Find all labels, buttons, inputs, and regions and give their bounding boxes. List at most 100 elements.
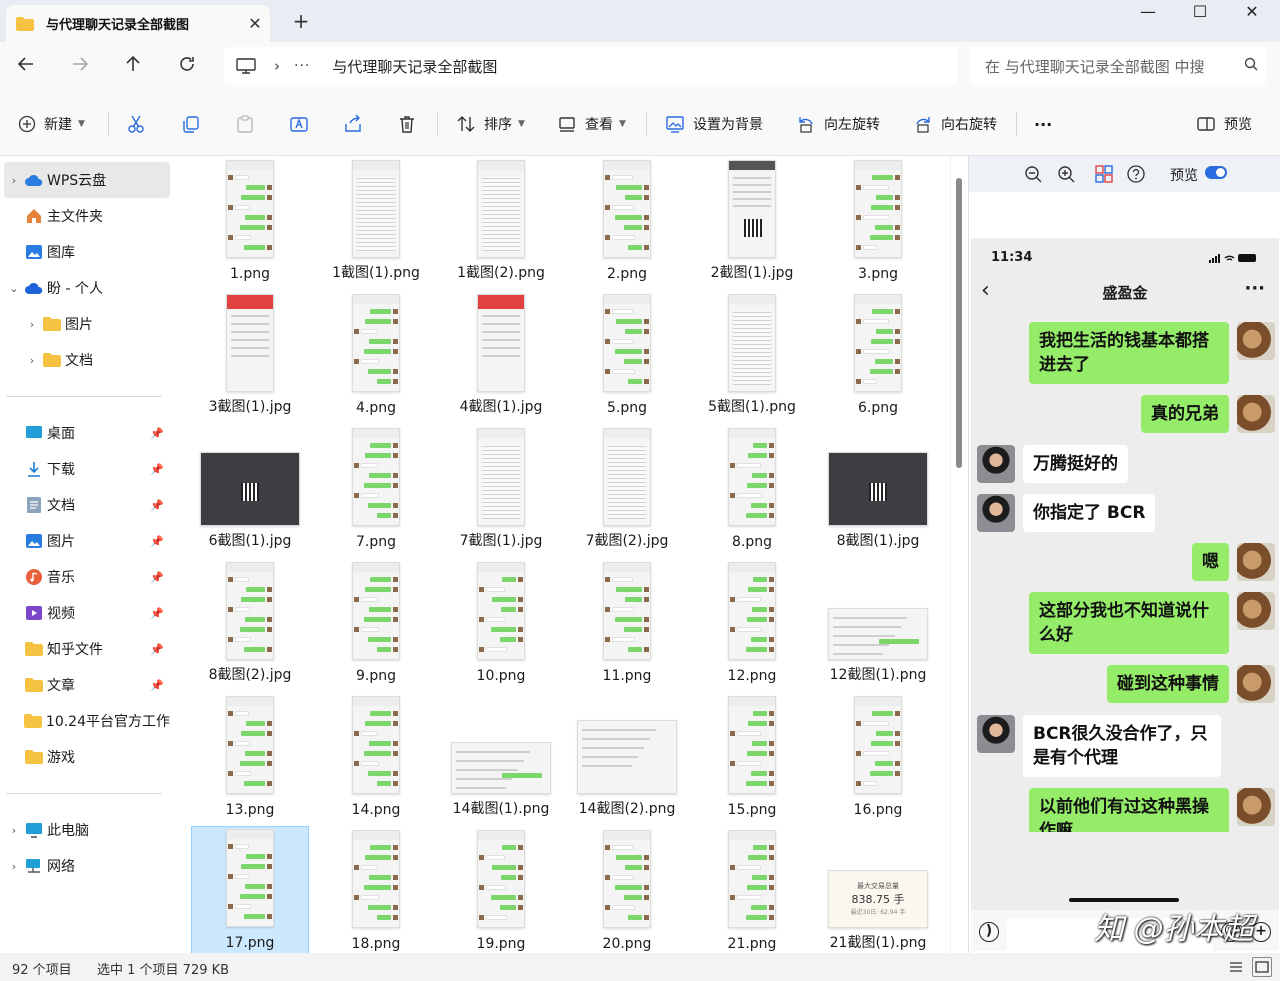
- sidebar-item-articles[interactable]: 文章 📌: [4, 667, 170, 703]
- new-tab-button[interactable]: +: [288, 8, 314, 34]
- pin-icon[interactable]: 📌: [150, 463, 164, 476]
- file-item[interactable]: 3.png: [819, 156, 937, 286]
- file-item[interactable]: 2.png: [568, 156, 686, 286]
- sidebar-item-downloads[interactable]: 下载 📌: [4, 451, 170, 487]
- pin-icon[interactable]: 📌: [150, 535, 164, 548]
- sidebar-item-pictures[interactable]: 图片 📌: [4, 523, 170, 559]
- back-button[interactable]: [10, 52, 42, 82]
- sidebar-item-wps-cloud[interactable]: › WPS云盘: [4, 162, 170, 198]
- sidebar-item-onedrive-pictures[interactable]: › 图片: [4, 306, 170, 342]
- sidebar-item-music[interactable]: 音乐 📌: [4, 559, 170, 595]
- pin-icon[interactable]: 📌: [150, 571, 164, 584]
- rotate-right-button[interactable]: 向右旋转: [913, 110, 997, 138]
- sidebar-item-home[interactable]: 主文件夹: [4, 198, 170, 234]
- preview-toggle[interactable]: [1205, 166, 1227, 179]
- file-item[interactable]: 1.png: [191, 156, 309, 286]
- file-item[interactable]: 10.png: [442, 558, 560, 688]
- tab-active[interactable]: 与代理聊天记录全部截图 ✕: [6, 5, 270, 42]
- file-item[interactable]: 6.png: [819, 290, 937, 420]
- pin-icon[interactable]: 📌: [150, 679, 164, 692]
- pin-icon[interactable]: 📌: [150, 427, 164, 440]
- file-item[interactable]: 7截图(1).jpg: [442, 424, 560, 554]
- sidebar-item-desktop[interactable]: 桌面 📌: [4, 415, 170, 451]
- file-item[interactable]: 7截图(2).jpg: [568, 424, 686, 554]
- pin-icon[interactable]: 📌: [150, 499, 164, 512]
- breadcrumb-overflow[interactable]: ···: [294, 58, 310, 74]
- sidebar-item-games[interactable]: 游戏: [4, 739, 170, 775]
- file-item[interactable]: 8.png: [693, 424, 811, 554]
- file-item[interactable]: 7.png: [317, 424, 435, 554]
- file-item[interactable]: 5截图(1).png: [693, 290, 811, 420]
- help-icon[interactable]: [1124, 162, 1148, 186]
- close-window-button[interactable]: ✕: [1226, 0, 1278, 26]
- minimize-button[interactable]: —: [1122, 0, 1174, 26]
- file-item[interactable]: 14截图(2).png: [568, 692, 686, 822]
- forward-button[interactable]: [64, 52, 96, 82]
- rotate-left-button[interactable]: 向左旋转: [796, 110, 880, 138]
- file-item[interactable]: 6截图(1).jpg: [191, 424, 309, 554]
- file-item[interactable]: 14.png: [317, 692, 435, 822]
- file-item[interactable]: 12截图(1).png: [819, 558, 937, 688]
- paste-button[interactable]: [235, 110, 263, 138]
- chevron-right-icon[interactable]: ›: [4, 824, 24, 837]
- file-item[interactable]: 21.png: [693, 826, 811, 953]
- new-button[interactable]: 新建 ▼: [18, 110, 85, 138]
- file-item[interactable]: 19.png: [442, 826, 560, 953]
- sidebar-item-zhihu-files[interactable]: 知乎文件 📌: [4, 631, 170, 667]
- sidebar-item-gallery[interactable]: 图库: [4, 234, 170, 270]
- sidebar-item-documents[interactable]: 文档 📌: [4, 487, 170, 523]
- maximize-button[interactable]: ☐: [1174, 0, 1226, 26]
- file-item[interactable]: 13.png: [191, 692, 309, 822]
- file-item[interactable]: 12.png: [693, 558, 811, 688]
- pin-icon[interactable]: 📌: [150, 607, 164, 620]
- file-item[interactable]: 8截图(1).jpg: [819, 424, 937, 554]
- close-tab-icon[interactable]: ✕: [240, 14, 270, 33]
- scrollbar-thumb[interactable]: [956, 178, 962, 468]
- search-input[interactable]: 在 与代理聊天记录全部截图 中搜: [985, 56, 1236, 77]
- cut-button[interactable]: [126, 110, 154, 138]
- sidebar-item-onedrive[interactable]: ⌄ 盼 - 个人: [4, 270, 170, 306]
- file-item[interactable]: 9.png: [317, 558, 435, 688]
- file-item[interactable]: 1截图(1).png: [317, 156, 435, 286]
- copy-button[interactable]: [181, 110, 209, 138]
- apps-icon[interactable]: [1092, 162, 1116, 186]
- search-icon[interactable]: [1236, 57, 1266, 75]
- file-item[interactable]: 16.png: [819, 692, 937, 822]
- file-item[interactable]: 最大交易总量 838.75 手最近30日: 62.94 手 21截图(1).png: [819, 826, 937, 953]
- sidebar-item-videos[interactable]: 视频 📌: [4, 595, 170, 631]
- file-item[interactable]: 11.png: [568, 558, 686, 688]
- set-background-button[interactable]: 设置为背景: [665, 110, 763, 138]
- file-item[interactable]: 8截图(2).jpg: [191, 558, 309, 688]
- preview-pane-button[interactable]: 预览: [1196, 110, 1252, 138]
- rename-button[interactable]: [289, 110, 317, 138]
- zoom-out-icon[interactable]: [1021, 162, 1045, 186]
- file-item[interactable]: 4.png: [317, 290, 435, 420]
- breadcrumb-current[interactable]: 与代理聊天记录全部截图: [332, 56, 497, 77]
- share-button[interactable]: [343, 110, 371, 138]
- file-item[interactable]: 14截图(1).png: [442, 692, 560, 822]
- details-view-button[interactable]: [1226, 957, 1246, 977]
- vertical-scrollbar[interactable]: [950, 156, 968, 953]
- chevron-down-icon[interactable]: ⌄: [4, 282, 24, 295]
- file-item[interactable]: 4截图(1).jpg: [442, 290, 560, 420]
- up-button[interactable]: [117, 52, 149, 82]
- delete-button[interactable]: [397, 110, 425, 138]
- sidebar-item-network[interactable]: › 网络: [4, 848, 170, 884]
- view-button[interactable]: 查看 ▼: [557, 110, 626, 138]
- sidebar-item-onedrive-documents[interactable]: › 文档: [4, 342, 170, 378]
- pin-icon[interactable]: 📌: [150, 643, 164, 656]
- sort-button[interactable]: 排序 ▼: [456, 110, 525, 138]
- more-options-button[interactable]: ···: [1034, 110, 1052, 138]
- chevron-right-icon[interactable]: ›: [4, 174, 24, 187]
- file-item[interactable]: 3截图(1).jpg: [191, 290, 309, 420]
- file-item[interactable]: 15.png: [693, 692, 811, 822]
- large-icons-view-button[interactable]: [1252, 957, 1272, 977]
- breadcrumb-separator[interactable]: ›: [274, 57, 280, 75]
- zoom-in-icon[interactable]: [1054, 162, 1078, 186]
- chevron-right-icon[interactable]: ›: [22, 354, 42, 367]
- chevron-right-icon[interactable]: ›: [4, 860, 24, 873]
- search-box[interactable]: 在 与代理聊天记录全部截图 中搜: [969, 47, 1266, 85]
- chevron-right-icon[interactable]: ›: [22, 318, 42, 331]
- file-item[interactable]: 20.png: [568, 826, 686, 953]
- file-item[interactable]: 5.png: [568, 290, 686, 420]
